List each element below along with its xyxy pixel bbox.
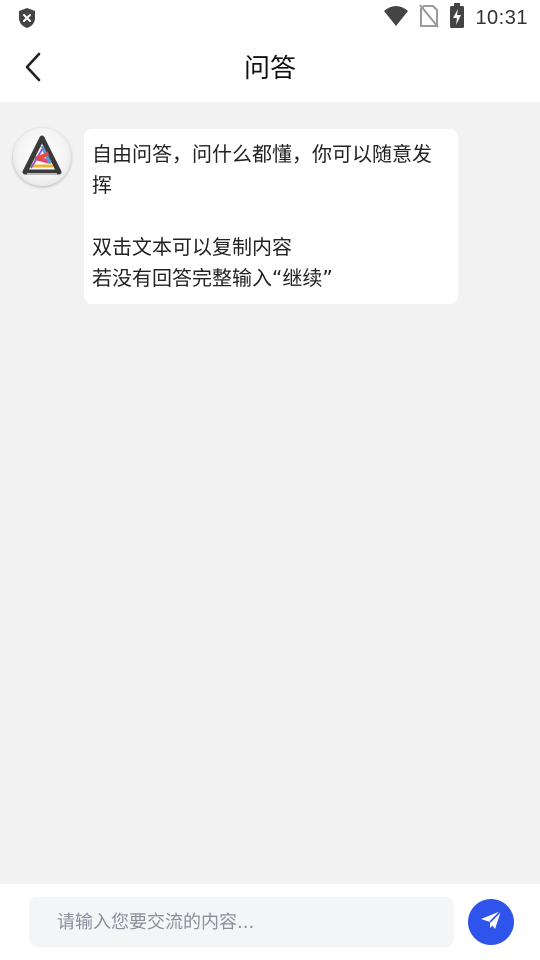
chat-area[interactable]: 自由问答，问什么都懂，你可以随意发 挥 双击文本可以复制内容 若没有回答完整输入…: [0, 102, 540, 884]
message-line: 若没有回答完整输入“继续”: [92, 266, 333, 290]
message-line: 双击文本可以复制内容: [92, 235, 292, 259]
chat-screen: 10:31 问答 自由问答，问什么都懂，你可以随意发 挥 双击文本可以复制内容 …: [0, 0, 540, 960]
status-bar: 10:31: [0, 0, 540, 36]
message-line: [92, 201, 450, 232]
send-button[interactable]: [468, 899, 514, 945]
message-line: 自由问答，问什么都懂，你可以随意发: [92, 142, 432, 166]
no-sim-icon: [419, 4, 440, 32]
bot-avatar-logo: [22, 135, 62, 175]
bot-message-bubble[interactable]: 自由问答，问什么都懂，你可以随意发 挥 双击文本可以复制内容 若没有回答完整输入…: [84, 129, 458, 304]
message-line: 挥: [92, 173, 112, 197]
shield-icon: [16, 7, 38, 29]
paper-plane-icon: [479, 908, 503, 936]
status-time: 10:31: [475, 6, 528, 29]
bot-avatar: [13, 128, 71, 186]
page-title: 问答: [243, 54, 296, 84]
composer-bar: [0, 884, 540, 960]
header: 问答: [0, 36, 540, 102]
status-icons: 10:31: [383, 3, 528, 33]
battery-charging-icon: [449, 3, 465, 33]
wifi-icon: [383, 5, 409, 31]
message-input[interactable]: [29, 897, 454, 947]
